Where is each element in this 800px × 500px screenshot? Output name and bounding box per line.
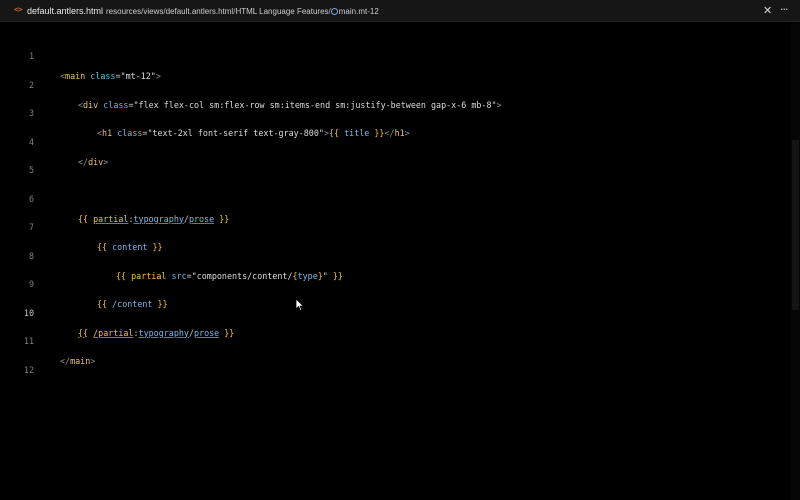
tab-filename[interactable]: default.antlers.html [27, 6, 103, 16]
more-actions-icon[interactable]: ··· [780, 3, 788, 16]
code-line[interactable]: 2 <div class="flex flex-col sm:flex-row … [0, 55, 790, 110]
code-editor[interactable]: 1 <main class="mt-12"> 2 <div class="fle… [0, 22, 800, 500]
breadcrumb-item[interactable]: resources [106, 7, 141, 16]
breadcrumb-item[interactable]: HTML Language Features [235, 7, 328, 16]
breadcrumb-item[interactable]: views [143, 7, 163, 16]
editor-tab-bar: <> default.antlers.html resources/views/… [0, 0, 800, 22]
code-line-active[interactable]: 10 {{ /partial:typography/prose }} [0, 283, 790, 338]
code-line[interactable]: 5 [0, 140, 790, 175]
mouse-pointer-icon [295, 298, 305, 312]
breadcrumb-item[interactable]: default.antlers.html [166, 7, 234, 16]
code-line[interactable]: 6 {{ partial:typography/prose }} [0, 169, 790, 224]
code-brackets-icon: <> [14, 5, 23, 14]
code-line[interactable]: 12 [0, 340, 790, 375]
code-line[interactable]: 1 <main class="mt-12"> [0, 26, 790, 81]
scrollbar-thumb[interactable] [792, 140, 799, 310]
code-line[interactable]: 9 {{ /content }} [0, 254, 790, 309]
breadcrumb: resources/views/default.antlers.html/HTM… [106, 6, 379, 17]
code-line[interactable]: 7 {{ content }} [0, 197, 790, 252]
line-number: 12 [23, 364, 34, 375]
code-line[interactable]: 11 </main> [0, 311, 790, 366]
code-line[interactable]: 8 {{ partial src="components/content/{ty… [0, 226, 790, 281]
close-icon[interactable]: ✕ [763, 4, 772, 17]
code-line[interactable]: 4 </div> [0, 112, 790, 167]
breadcrumb-item[interactable]: main.mt-12 [339, 7, 379, 16]
code-line[interactable]: 3 <h1 class="text-2xl font-serif text-gr… [0, 83, 790, 138]
